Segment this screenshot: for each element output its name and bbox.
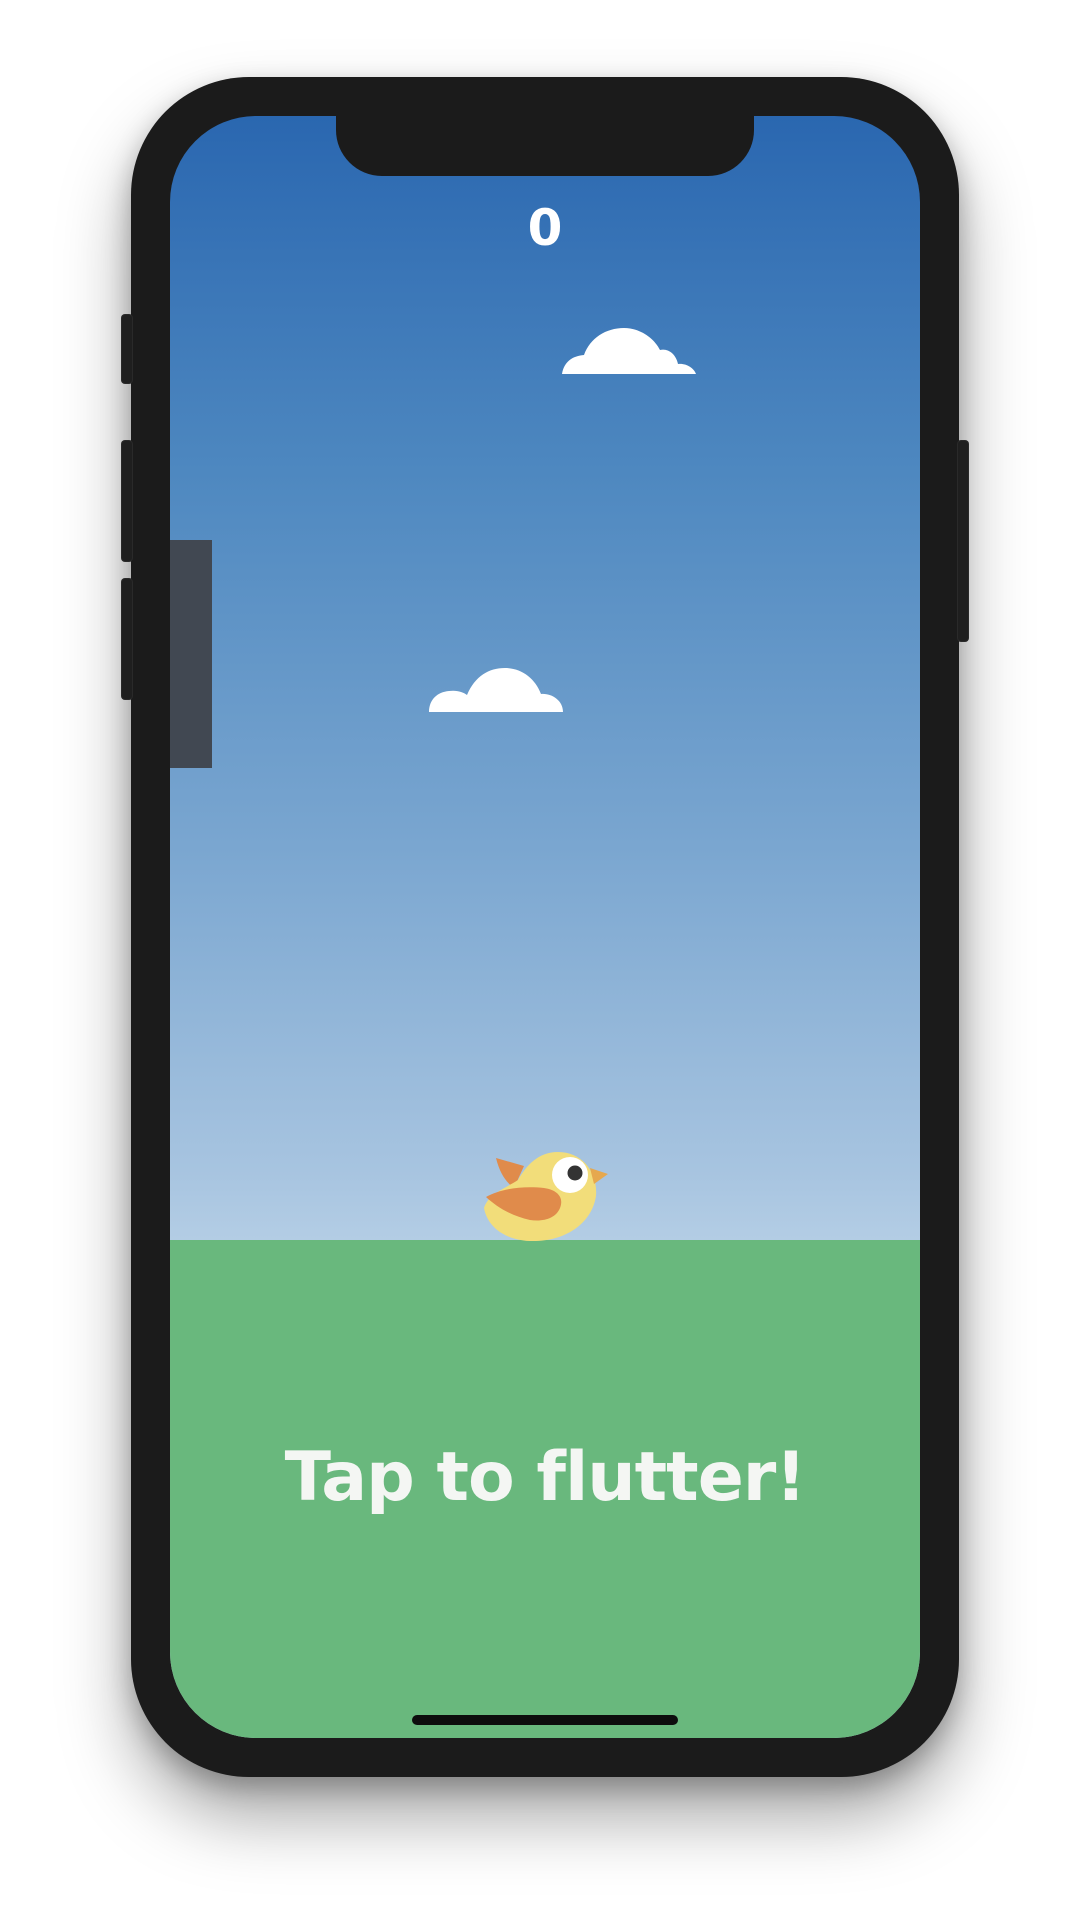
home-indicator[interactable] <box>412 1715 678 1725</box>
volume-down-button <box>121 578 133 700</box>
tap-to-flutter-prompt: Tap to flutter! <box>284 1438 807 1517</box>
display-notch <box>336 116 754 176</box>
app-stage: 0 Tap to flutter! <box>0 0 1090 1928</box>
cloud-icon <box>562 328 696 374</box>
bird-icon <box>484 1152 608 1242</box>
game-screen[interactable]: 0 Tap to flutter! <box>170 116 920 1738</box>
volume-up-button <box>121 440 133 562</box>
pipe-obstacle <box>170 540 212 768</box>
power-button <box>957 440 969 642</box>
cloud-icon <box>429 668 563 712</box>
mute-switch <box>121 314 133 384</box>
score-counter: 0 <box>527 199 563 257</box>
